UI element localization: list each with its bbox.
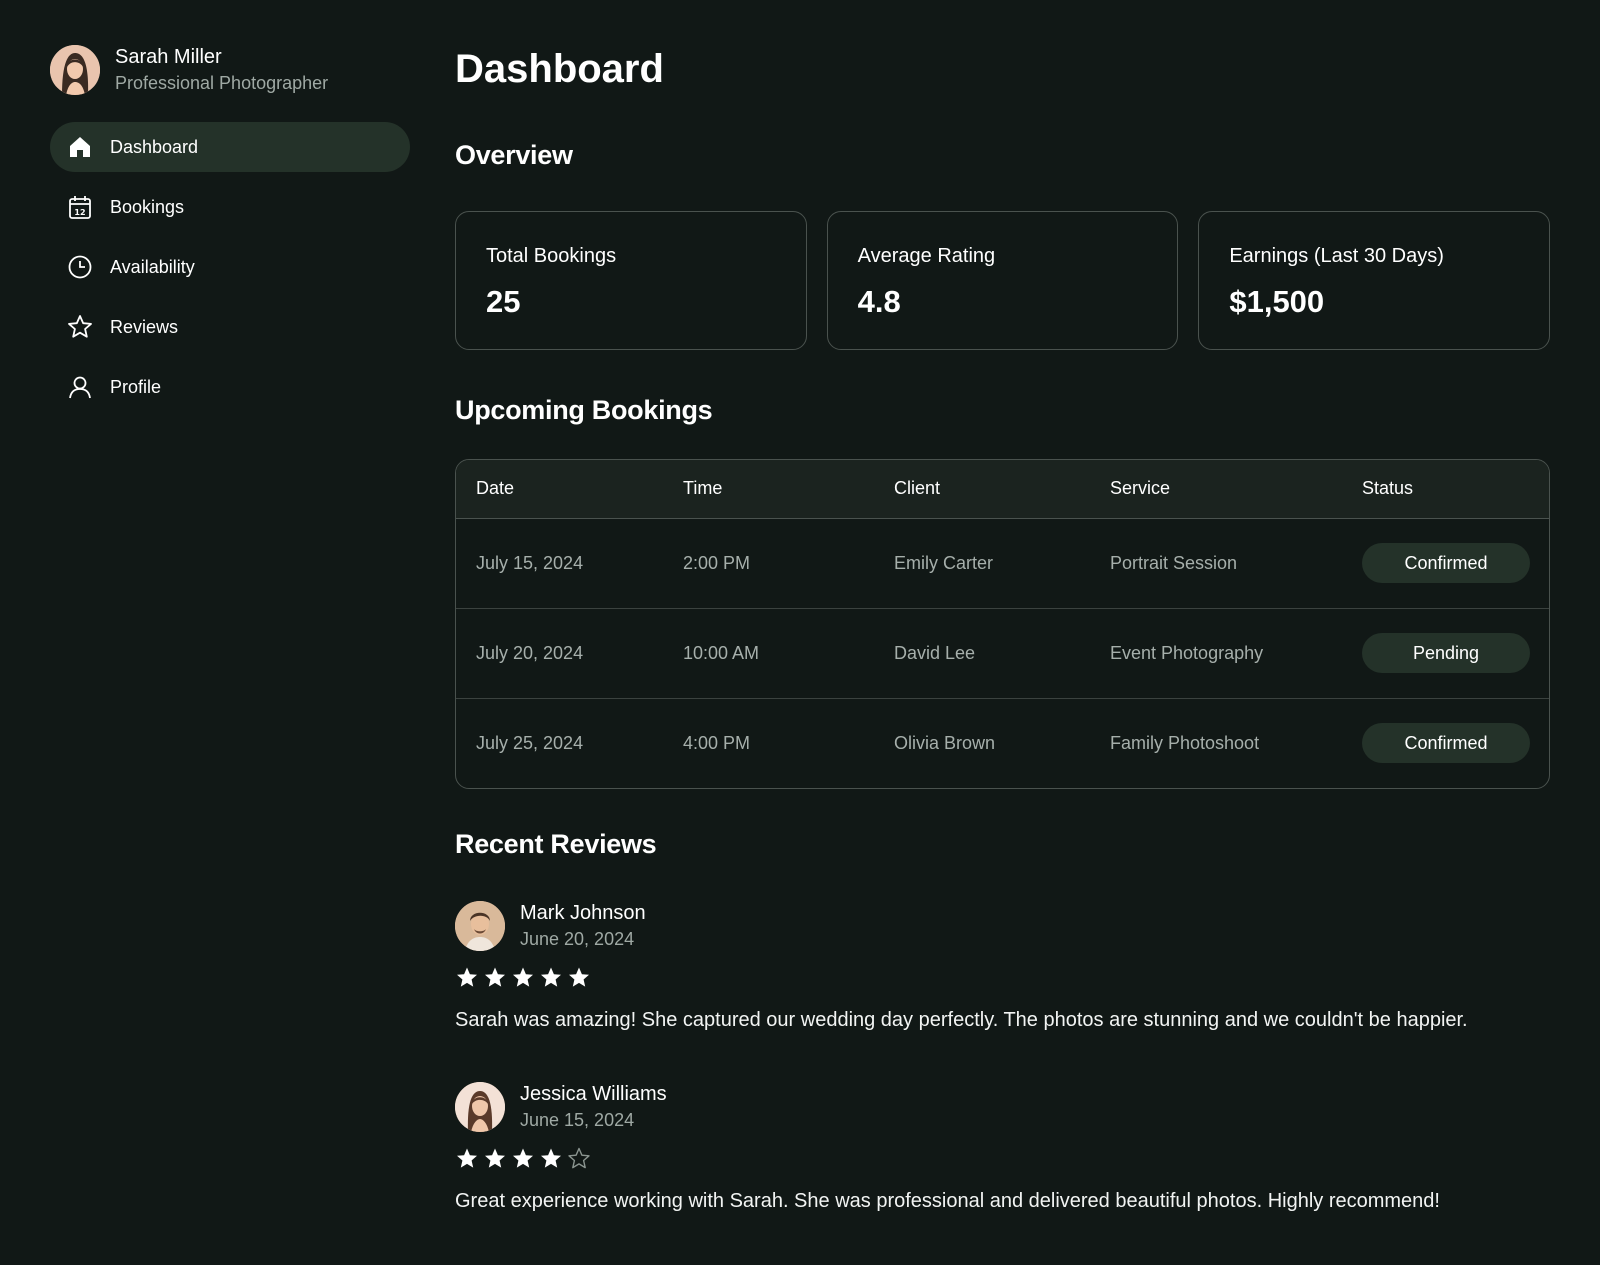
review-date: June 20, 2024: [520, 929, 635, 949]
review-date: June 15, 2024: [520, 1110, 635, 1130]
sidebar-item-reviews[interactable]: Reviews: [50, 302, 410, 352]
stat-value: 25: [486, 284, 521, 319]
column-header-date: Date: [456, 460, 663, 519]
sidebar-item-label: Dashboard: [110, 136, 199, 157]
reviewer-name: Jessica Williams: [520, 1083, 667, 1105]
status-badge[interactable]: Pending: [1362, 633, 1530, 673]
booking-service: Event Photography: [1090, 608, 1342, 699]
column-header-status: Status: [1342, 460, 1549, 519]
table-row[interactable]: July 15, 2024 2:00 PM Emily Carter Portr…: [456, 518, 1549, 609]
upcoming-bookings-title: Upcoming Bookings: [455, 395, 713, 425]
sidebar-nav: Dashboard 12 Bookings Availability Revie…: [50, 122, 410, 412]
review-item: Jessica Williams June 15, 2024 Great exp…: [455, 1081, 1550, 1215]
review-text: Great experience working with Sarah. She…: [455, 1190, 1440, 1212]
svg-text:12: 12: [74, 208, 85, 217]
booking-client: Emily Carter: [874, 518, 1090, 609]
booking-status-cell: Pending: [1342, 608, 1549, 699]
reviewer-name: Mark Johnson: [520, 902, 646, 924]
sidebar-item-profile[interactable]: Profile: [50, 362, 410, 412]
star-rating: [455, 966, 1550, 992]
stat-value: 4.8: [857, 284, 901, 319]
table-row[interactable]: July 25, 2024 4:00 PM Olivia Brown Famil…: [456, 698, 1549, 788]
sidebar: Sarah Miller Professional Photographer D…: [50, 44, 410, 422]
booking-service: Family Photoshoot: [1110, 732, 1260, 753]
calendar-icon: 12: [66, 193, 94, 221]
booking-client: Olivia Brown: [894, 732, 996, 753]
booking-date: July 15, 2024: [456, 518, 663, 609]
sidebar-item-label: Availability: [110, 256, 195, 277]
review-text: Sarah was amazing! She captured our wedd…: [455, 1009, 1468, 1031]
star-filled-icon: [541, 1148, 561, 1168]
star-filled-icon: [457, 967, 477, 987]
star-filled-icon: [513, 1148, 533, 1168]
stat-card-average-rating: Average Rating 4.8: [826, 211, 1179, 350]
home-icon: [66, 133, 94, 161]
sidebar-item-dashboard[interactable]: Dashboard: [50, 122, 410, 172]
reviewer-avatar: [455, 901, 505, 951]
stats-row: Total Bookings 25 Average Rating 4.8 Ear…: [455, 211, 1551, 350]
star-filled-icon: [513, 967, 533, 987]
reviewer-avatar: [455, 1082, 505, 1132]
booking-time: 4:00 PM: [683, 732, 751, 753]
star-filled-icon: [485, 1148, 505, 1168]
page-title: Dashboard: [455, 47, 664, 91]
column-header-service: Service: [1090, 460, 1342, 519]
recent-reviews-title: Recent Reviews: [455, 829, 657, 859]
user-name: Sarah Miller: [115, 46, 222, 68]
table-row[interactable]: July 20, 2024 10:00 AM David Lee Event P…: [456, 608, 1549, 699]
star-filled-icon: [485, 967, 505, 987]
sidebar-item-label: Bookings: [110, 196, 185, 217]
star-icon: [66, 313, 94, 341]
booking-date: July 20, 2024: [456, 608, 663, 699]
app-window: Sarah Miller Professional Photographer D…: [0, 0, 1600, 1265]
bookings-table: Date Time Client Service Status July 15,…: [455, 459, 1550, 789]
user-profile[interactable]: Sarah Miller Professional Photographer: [50, 44, 410, 96]
booking-client: David Lee: [874, 608, 1090, 699]
user-icon: [66, 373, 94, 401]
status-badge[interactable]: Confirmed: [1362, 723, 1530, 764]
star-filled-icon: [541, 967, 561, 987]
column-header-time: Time: [663, 460, 874, 519]
sidebar-item-label: Reviews: [110, 316, 179, 337]
clock-icon: [66, 253, 94, 281]
table-header-row: Date Time Client Service Status: [456, 460, 1549, 519]
booking-time: 10:00 AM: [663, 608, 874, 699]
stat-label: Total Bookings: [486, 245, 617, 267]
star-filled-icon: [457, 1148, 477, 1168]
status-badge[interactable]: Confirmed: [1362, 543, 1530, 583]
stat-label: Earnings (Last 30 Days): [1229, 245, 1444, 267]
star-filled-icon: [569, 967, 589, 987]
booking-time: 2:00 PM: [663, 518, 874, 609]
stat-label: Average Rating: [857, 245, 996, 267]
stat-value: $1,500: [1229, 284, 1325, 319]
stat-card-total-bookings: Total Bookings 25: [455, 211, 807, 350]
sidebar-item-label: Profile: [110, 376, 162, 397]
user-role: Professional Photographer: [115, 73, 329, 93]
star-rating: [455, 1147, 1550, 1173]
booking-service: Portrait Session: [1090, 518, 1342, 609]
review-item: Mark Johnson June 20, 2024 Sarah was ama…: [455, 900, 1550, 1034]
column-header-client: Client: [874, 460, 1090, 519]
overview-title: Overview: [455, 140, 573, 170]
stat-card-earnings: Earnings (Last 30 Days) $1,500: [1198, 211, 1551, 350]
sidebar-item-bookings[interactable]: 12 Bookings: [50, 182, 410, 232]
booking-status-cell: Confirmed: [1342, 518, 1549, 609]
booking-date: July 25, 2024: [476, 732, 584, 753]
star-empty-icon: [568, 1147, 590, 1169]
user-avatar: [50, 45, 100, 95]
booking-status-cell: Confirmed: [1342, 698, 1549, 788]
sidebar-item-availability[interactable]: Availability: [50, 242, 410, 292]
